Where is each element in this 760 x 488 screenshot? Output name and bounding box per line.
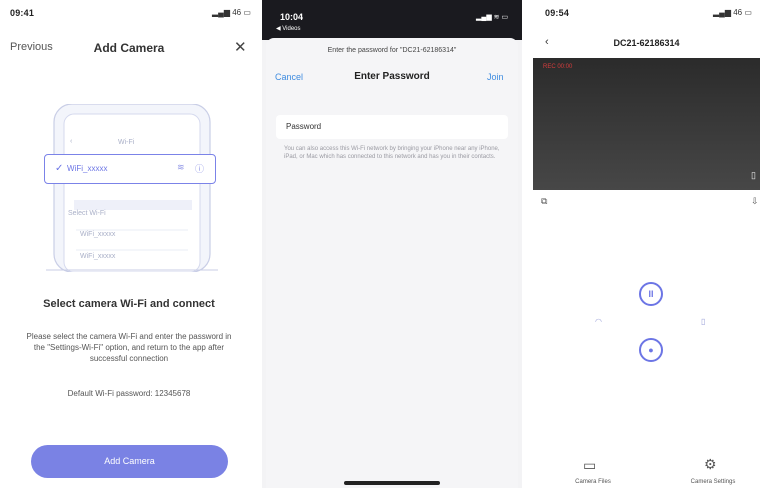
status-indicators: ▂▄▆ ≋ ▭ (476, 14, 509, 21)
password-field[interactable]: Password (276, 115, 508, 139)
info-icon: ⓘ (195, 164, 205, 174)
password-help-text: You can also access this Wi-Fi network b… (284, 146, 500, 160)
selected-wifi-row: ✓ WiFi_xxxxx ≋ ⓘ (44, 154, 216, 184)
left-control-icon[interactable]: ◠ (595, 317, 602, 326)
phone-illustration (46, 104, 218, 272)
audio-icon[interactable]: ⇩ (751, 196, 759, 207)
status-indicators: ▂▄▆ 46 ▭ (713, 8, 752, 17)
illustration-wifi-2: WiFi_xxxxx (80, 253, 116, 260)
live-video-view[interactable]: REC 00:00 ▯ (533, 58, 760, 190)
selected-wifi-name: WiFi_xxxxx (67, 164, 108, 173)
default-password-text: Default Wi-Fi password: 12345678 (67, 389, 191, 398)
instruction-heading: Select camera Wi-Fi and connect (43, 298, 215, 310)
camera-live-screen: 09:54 ▂▄▆ 46 ▭ ‹ DC21-62186314 REC 00:00… (533, 0, 760, 488)
camera-settings-tab[interactable]: Camera Settings (683, 479, 743, 485)
close-icon[interactable]: ✕ (234, 38, 247, 56)
illustration-wifi-1: WiFi_xxxxx (80, 231, 116, 238)
gear-icon[interactable]: ⚙ (704, 456, 717, 473)
camera-files-tab[interactable]: Camera Files (563, 479, 623, 485)
back-to-app[interactable]: ◀ Videos (276, 25, 301, 32)
enter-password-screen: 10:04 ◀ Videos ▂▄▆ ≋ ▭ Enter the passwor… (262, 0, 522, 488)
password-sheet (266, 38, 518, 488)
join-button[interactable]: Join (487, 72, 504, 82)
home-indicator (344, 481, 440, 485)
chevron-left-icon: ‹ (70, 138, 73, 145)
page-title: Add Camera (93, 41, 165, 55)
fullscreen-icon[interactable]: ▯ (751, 170, 756, 181)
picture-in-picture-icon[interactable]: ⧉ (541, 196, 547, 207)
sheet-title: Enter Password (354, 71, 430, 82)
check-icon: ✓ (55, 163, 64, 174)
camera-title: DC21-62186314 (613, 38, 680, 48)
status-indicators: ▂▄▆ 46 ▭ (212, 8, 251, 17)
folder-icon[interactable]: ▭ (583, 457, 596, 474)
status-time: 09:54 (545, 8, 570, 18)
wifi-icon: ≋ (177, 162, 185, 172)
illustration-header: Wi-Fi (118, 139, 135, 146)
video-overlay-text: REC 00:00 (543, 64, 573, 70)
password-prompt: Enter the password for "DC21-62186314" (327, 47, 457, 54)
status-time: 10:04 (280, 12, 304, 22)
password-field-label: Password (286, 122, 322, 131)
add-camera-button[interactable]: Add Camera (31, 445, 228, 478)
add-camera-screen: 09:41 ▂▄▆ 46 ▭ Previous Add Camera ✕ ‹ W… (0, 0, 258, 488)
pause-button[interactable]: II (639, 282, 663, 306)
instruction-text: Please select the camera Wi-Fi and enter… (26, 332, 232, 363)
status-time: 09:41 (10, 8, 35, 18)
illustration-section-label: Select Wi-Fi (68, 210, 106, 217)
right-control-icon[interactable]: ▯ (701, 317, 705, 326)
camera-capture-button[interactable]: ● (639, 338, 663, 362)
